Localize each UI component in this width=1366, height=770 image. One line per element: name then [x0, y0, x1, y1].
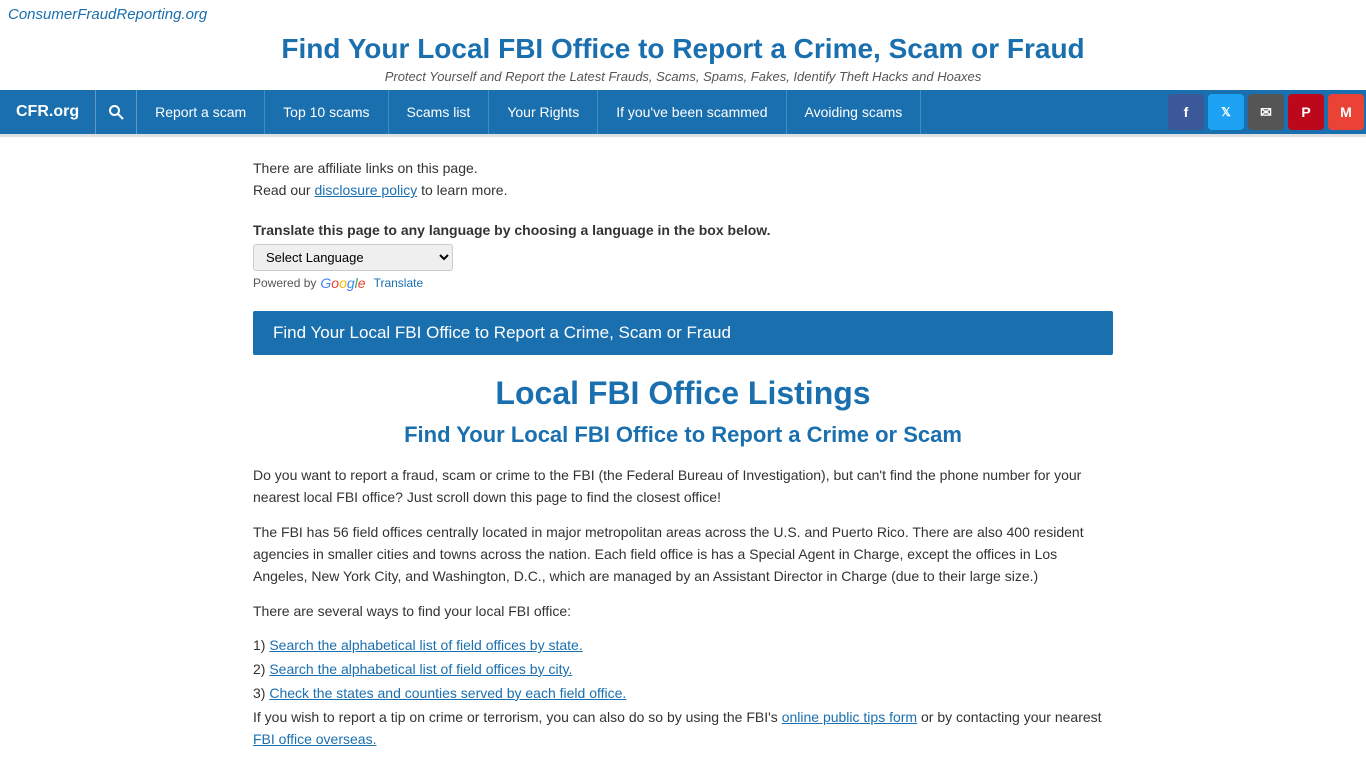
ways-link-3[interactable]: Check the states and counties served by …: [269, 685, 626, 701]
blue-banner: Find Your Local FBI Office to Report a C…: [253, 311, 1113, 355]
main-title: Find Your Local FBI Office to Report a C…: [20, 33, 1346, 65]
ways-list: 1) Search the alphabetical list of field…: [253, 634, 1113, 705]
twitter-icon[interactable]: 𝕏: [1208, 94, 1244, 130]
email-icon[interactable]: ✉: [1248, 94, 1284, 130]
translate-button-text[interactable]: Translate: [374, 276, 424, 290]
main-header: Find Your Local FBI Office to Report a C…: [0, 25, 1366, 90]
nav-search-button[interactable]: [96, 90, 137, 134]
site-name-bar: ConsumerFraudReporting.org: [0, 0, 1366, 25]
nav-item-your-rights[interactable]: Your Rights: [489, 90, 598, 134]
navbar: CFR.org Report a scam Top 10 scams Scams…: [0, 90, 1366, 134]
nav-item-if-scammed[interactable]: If you've been scammed: [598, 90, 786, 134]
disclosure-policy-link[interactable]: disclosure policy: [314, 182, 417, 198]
translate-label: Translate this page to any language by c…: [253, 222, 1113, 238]
ways-list-item-1: 1) Search the alphabetical list of field…: [253, 634, 1113, 658]
affiliate-line2-before: Read our: [253, 182, 314, 198]
ways-list-item-3: 3) Check the states and counties served …: [253, 682, 1113, 706]
google-logo: Google: [320, 275, 365, 291]
local-fbi-title: Local FBI Office Listings: [253, 375, 1113, 412]
body-para2: The FBI has 56 field offices centrally l…: [253, 521, 1113, 588]
nav-item-report-scam[interactable]: Report a scam: [137, 90, 265, 134]
ways-list-item-2: 2) Search the alphabetical list of field…: [253, 658, 1113, 682]
site-name-link[interactable]: ConsumerFraudReporting.org: [8, 6, 207, 23]
online-tips-link[interactable]: online public tips form: [782, 709, 917, 725]
powered-by-text: Powered by: [253, 276, 316, 290]
translate-box: Translate this page to any language by c…: [253, 222, 1113, 291]
content-area: There are affiliate links on this page. …: [233, 157, 1133, 750]
nav-logo[interactable]: CFR.org: [0, 90, 96, 134]
gmail-icon[interactable]: M: [1328, 94, 1364, 130]
body-para1: Do you want to report a fraud, scam or c…: [253, 464, 1113, 509]
tagline: Protect Yourself and Report the Latest F…: [20, 69, 1346, 84]
affiliate-line1: There are affiliate links on this page.: [253, 160, 478, 176]
ways-intro: There are several ways to find your loca…: [253, 600, 1113, 622]
powered-by: Powered by Google Translate: [253, 275, 1113, 291]
fbi-office-overseas-link[interactable]: FBI office overseas.: [253, 731, 376, 747]
facebook-icon[interactable]: f: [1168, 94, 1204, 130]
body-para-tip: If you wish to report a tip on crime or …: [253, 706, 1113, 751]
ways-link-1[interactable]: Search the alphabetical list of field of…: [269, 637, 582, 653]
nav-item-top-10-scams[interactable]: Top 10 scams: [265, 90, 388, 134]
search-icon: [108, 104, 124, 120]
affiliate-line2-after: to learn more.: [417, 182, 507, 198]
affiliate-notice: There are affiliate links on this page. …: [253, 157, 1113, 202]
social-icons-group: f 𝕏 ✉ P M: [1166, 90, 1366, 134]
nav-item-scams-list[interactable]: Scams list: [389, 90, 490, 134]
language-select[interactable]: Select Language: [253, 244, 453, 271]
nav-item-avoiding-scams[interactable]: Avoiding scams: [787, 90, 922, 134]
nav-items: Report a scam Top 10 scams Scams list Yo…: [137, 90, 1166, 134]
local-fbi-subtitle: Find Your Local FBI Office to Report a C…: [253, 422, 1113, 448]
separator: [0, 134, 1366, 137]
pinterest-icon[interactable]: P: [1288, 94, 1324, 130]
ways-link-2[interactable]: Search the alphabetical list of field of…: [269, 661, 572, 677]
